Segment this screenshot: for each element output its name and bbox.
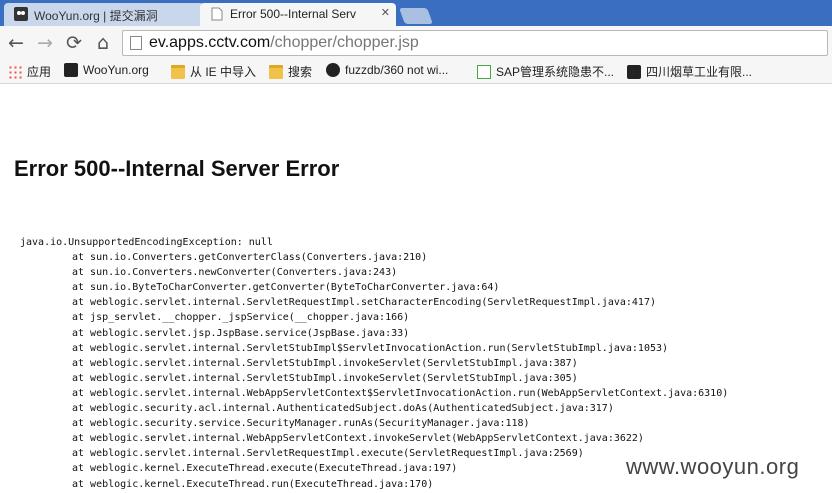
stack-frame: at weblogic.servlet.internal.ServletStub… — [72, 357, 578, 369]
sap-icon — [477, 65, 491, 79]
tab-strip: WooYun.org | 提交漏洞 Error 500--Internal Se… — [0, 0, 832, 26]
reload-icon[interactable]: ⟳ — [62, 31, 86, 55]
stack-frame: at sun.io.Converters.newConverter(Conver… — [72, 267, 398, 279]
browser-toolbar: ← → ⟳ ⌂ ev.apps.cctv.com/chopper/chopper… — [0, 26, 832, 60]
stack-frame: at jsp_servlet.__chopper._jspService(__c… — [72, 312, 410, 324]
stack-frame: at weblogic.security.service.SecurityMan… — [72, 418, 530, 430]
back-arrow-icon[interactable]: ← — [4, 31, 28, 55]
folder-icon — [269, 65, 283, 79]
tab-title: WooYun.org | 提交漏洞 — [34, 9, 158, 23]
bookmark-fuzzdb[interactable]: fuzzdb/360 not wi... — [326, 63, 448, 80]
forward-arrow-icon[interactable]: → — [33, 31, 57, 55]
apps-icon — [8, 65, 22, 79]
watermark: www.wooyun.org — [626, 454, 800, 480]
close-icon[interactable]: ✕ — [381, 6, 390, 19]
page-favicon-icon — [210, 7, 224, 21]
stack-trace: java.io.UnsupportedEncodingException: nu… — [20, 235, 728, 492]
url-text[interactable]: ev.apps.cctv.com/chopper/chopper.jsp — [149, 34, 419, 52]
wooyun-icon — [627, 65, 641, 79]
github-icon — [326, 63, 340, 77]
stack-frame: at weblogic.servlet.jsp.JspBase.service(… — [72, 327, 410, 339]
stack-frame: at weblogic.servlet.internal.WebAppServl… — [72, 387, 729, 399]
bookmark-sichuan-tobacco[interactable]: 四川烟草工业有限... — [627, 63, 752, 80]
wooyun-icon — [64, 63, 78, 77]
stack-frame: at weblogic.kernel.ExecuteThread.execute… — [72, 463, 458, 475]
stack-frame: at weblogic.security.acl.internal.Authen… — [72, 403, 614, 415]
home-icon[interactable]: ⌂ — [91, 31, 115, 55]
address-bar[interactable]: ev.apps.cctv.com/chopper/chopper.jsp — [122, 30, 828, 56]
page-title: Error 500--Internal Server Error — [14, 156, 340, 181]
bookmark-search[interactable]: 搜索 — [269, 63, 312, 80]
tab-wooyun[interactable]: WooYun.org | 提交漏洞 — [4, 3, 204, 26]
stack-frame: at weblogic.servlet.internal.ServletStub… — [72, 342, 669, 354]
stack-frame: at weblogic.servlet.internal.WebAppServl… — [72, 433, 644, 445]
tab-error-500[interactable]: Error 500--Internal Serv ✕ — [200, 3, 396, 26]
stack-frame: at weblogic.servlet.internal.ServletStub… — [72, 372, 578, 384]
stack-frame: at weblogic.kernel.ExecuteThread.run(Exe… — [72, 478, 434, 490]
wooyun-favicon-icon — [14, 7, 28, 21]
bookmark-apps[interactable]: 应用 — [8, 63, 51, 80]
tab-title: Error 500--Internal Serv — [230, 7, 357, 21]
bookmark-sap[interactable]: SAP管理系统隐患不... — [477, 63, 614, 80]
stack-frame: at sun.io.ByteToCharConverter.getConvert… — [72, 282, 500, 294]
bookmark-wooyun[interactable]: WooYun.org — [64, 63, 149, 80]
bookmarks-bar: 应用 WooYun.org 从 IE 中导入 搜索 fuzzdb/360 not… — [0, 60, 832, 84]
page-icon — [130, 36, 142, 50]
folder-icon — [171, 65, 185, 79]
page-content: Error 500--Internal Server Error java.io… — [0, 84, 832, 493]
exception-line: java.io.UnsupportedEncodingException: nu… — [20, 237, 273, 248]
stack-frame: at weblogic.servlet.internal.ServletRequ… — [72, 448, 584, 460]
bookmark-import-ie[interactable]: 从 IE 中导入 — [171, 63, 256, 80]
stack-frame: at sun.io.Converters.getConverterClass(C… — [72, 252, 428, 264]
new-tab-button[interactable] — [399, 8, 433, 24]
stack-frame: at weblogic.servlet.internal.ServletRequ… — [72, 297, 656, 309]
